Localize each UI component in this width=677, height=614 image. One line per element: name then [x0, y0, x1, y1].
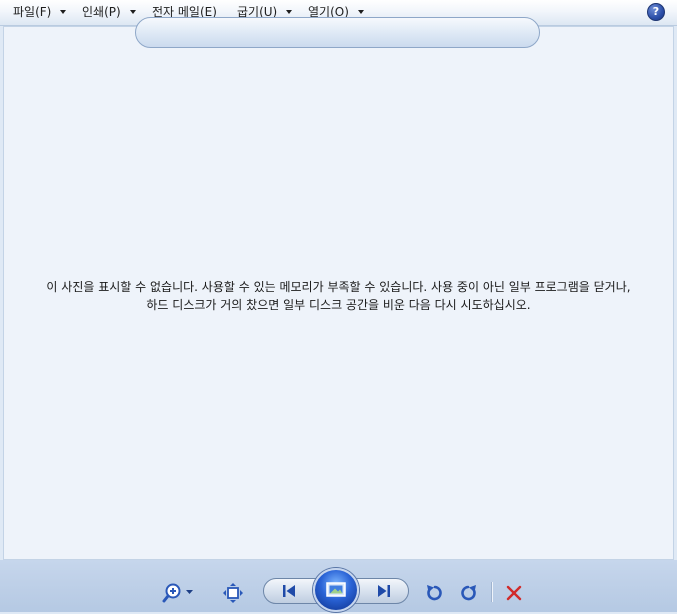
menu-print-chevron-down-icon[interactable] — [130, 10, 136, 14]
slideshow-button[interactable] — [313, 568, 359, 612]
menu-open-chevron-down-icon[interactable] — [358, 10, 364, 14]
error-message: 이 사진을 표시할 수 없습니다. 사용할 수 있는 메모리가 부족할 수 있습… — [4, 278, 673, 314]
zoom-icon — [162, 583, 193, 603]
previous-button[interactable] — [266, 578, 312, 604]
zoom-button[interactable] — [162, 580, 196, 606]
menu-print[interactable]: 인쇄(P) — [82, 0, 136, 25]
delete-button[interactable] — [501, 580, 527, 606]
toolbar-pill — [135, 17, 540, 48]
menu-file[interactable]: 파일(F) — [13, 0, 66, 25]
next-icon — [378, 585, 390, 597]
rotate-clockwise-button[interactable] — [455, 580, 481, 606]
rotate-counterclockwise-button[interactable] — [422, 580, 448, 606]
delete-icon — [506, 585, 522, 601]
help-icon[interactable]: ? — [647, 3, 665, 21]
menu-file-label: 파일(F) — [13, 5, 52, 19]
actual-size-button[interactable] — [220, 580, 246, 606]
rotate-counterclockwise-icon — [427, 585, 442, 601]
photo-viewer-area: 이 사진을 표시할 수 없습니다. 사용할 수 있는 메모리가 부족할 수 있습… — [3, 26, 674, 560]
error-message-line-1: 이 사진을 표시할 수 없습니다. 사용할 수 있는 메모리가 부족할 수 있습… — [46, 280, 631, 294]
menu-file-chevron-down-icon[interactable] — [60, 10, 66, 14]
slideshow-icon — [326, 582, 346, 597]
menu-burn-chevron-down-icon[interactable] — [286, 10, 292, 14]
error-message-line-2: 하드 디스크가 거의 찼으면 일부 디스크 공간을 비운 다음 다시 시도하십시… — [146, 298, 531, 312]
toolbar-divider — [491, 582, 493, 602]
next-button[interactable] — [361, 578, 407, 604]
menu-print-label: 인쇄(P) — [82, 5, 121, 19]
actual-size-icon — [223, 583, 243, 603]
previous-icon — [283, 585, 295, 597]
rotate-clockwise-icon — [461, 585, 476, 601]
